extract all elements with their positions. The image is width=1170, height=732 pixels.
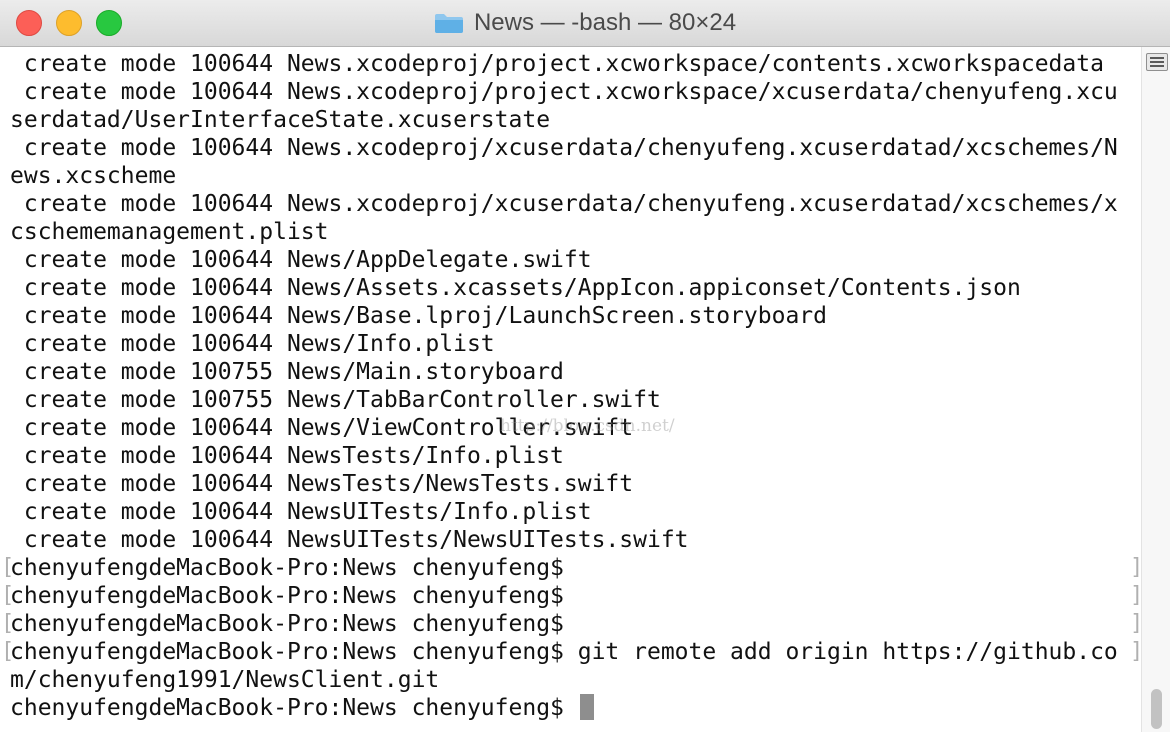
mark-bracket-open: [ [1, 611, 15, 636]
split-pane-icon[interactable] [1146, 53, 1168, 71]
prompt-line: chenyufengdeMacBook-Pro:News chenyufeng$ [10, 583, 564, 609]
vertical-scrollbar[interactable] [1141, 47, 1170, 732]
terminal-content[interactable]: create mode 100644 News.xcodeproj/projec… [0, 47, 1143, 732]
scroll-thumb[interactable] [1151, 689, 1162, 729]
terminal-line: create mode 100644 News.xcodeproj/xcuser… [10, 191, 1118, 217]
text-cursor [579, 694, 594, 720]
mark-bracket-open: [ [1, 639, 15, 664]
terminal-line: create mode 100644 News.xcodeproj/projec… [10, 79, 1118, 105]
terminal-line: create mode 100644 NewsTests/NewsTests.s… [10, 471, 634, 497]
terminal-line: cschememanagement.plist [10, 219, 329, 245]
terminal-line: ews.xcscheme [10, 163, 177, 189]
watermark: http://blog.csdn.net/ [500, 416, 675, 436]
terminal-line: create mode 100644 News.xcodeproj/projec… [10, 51, 1104, 77]
terminal-line: create mode 100644 NewsTests/Info.plist [10, 443, 564, 469]
terminal-line: create mode 100644 News.xcodeproj/xcuser… [10, 135, 1118, 161]
terminal-line: create mode 100755 News/Main.storyboard [10, 359, 564, 385]
window-title-group: News — -bash — 80×24 [0, 0, 1170, 46]
terminal-line: create mode 100644 NewsUITests/Info.plis… [10, 499, 592, 525]
terminal-line: create mode 100644 News/Base.lproj/Launc… [10, 303, 827, 329]
terminal-line: serdatad/UserInterfaceState.xcuserstate [10, 107, 551, 133]
window-title: News — -bash — 80×24 [473, 9, 737, 36]
terminal-line: create mode 100755 News/TabBarController… [10, 387, 661, 413]
active-prompt-line: chenyufengdeMacBook-Pro:News chenyufeng$ [10, 694, 594, 722]
terminal-window: News — -bash — 80×24 create mode 100644 … [0, 0, 1170, 732]
prompt-line: chenyufengdeMacBook-Pro:News chenyufeng$ [10, 555, 564, 581]
mark-bracket-open: [ [1, 555, 15, 580]
terminal-line: create mode 100644 News/Assets.xcassets/… [10, 275, 1021, 301]
terminal-line: m/chenyufeng1991/NewsClient.git [10, 667, 440, 693]
terminal-line: create mode 100644 News/AppDelegate.swif… [10, 247, 592, 273]
folder-icon [434, 12, 464, 34]
mark-bracket-open: [ [1, 583, 15, 608]
terminal-line: create mode 100644 NewsUITests/NewsUITes… [10, 527, 689, 553]
terminal-line: create mode 100644 News/Info.plist [10, 331, 495, 357]
command-line: chenyufengdeMacBook-Pro:News chenyufeng$… [10, 639, 1118, 665]
active-prompt-text: chenyufengdeMacBook-Pro:News chenyufeng$ [10, 695, 578, 721]
prompt-line: chenyufengdeMacBook-Pro:News chenyufeng$ [10, 611, 564, 637]
title-bar[interactable]: News — -bash — 80×24 [0, 0, 1170, 47]
